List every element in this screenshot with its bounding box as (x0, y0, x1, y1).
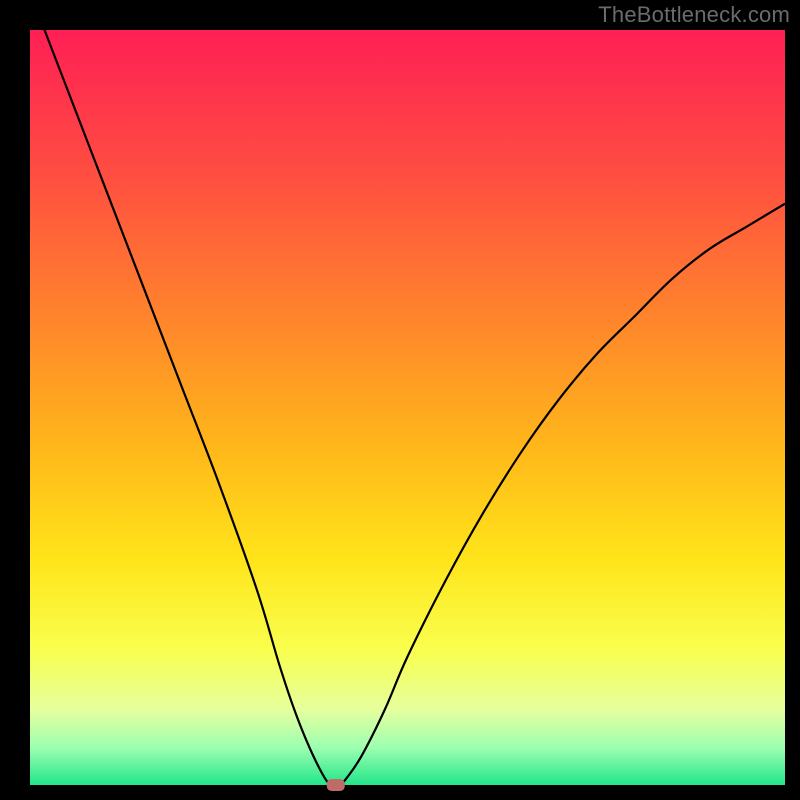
bottleneck-chart (0, 0, 800, 800)
optimum-marker (327, 779, 345, 791)
chart-frame: TheBottleneck.com (0, 0, 800, 800)
plot-background (30, 30, 785, 785)
watermark-text: TheBottleneck.com (598, 2, 790, 28)
